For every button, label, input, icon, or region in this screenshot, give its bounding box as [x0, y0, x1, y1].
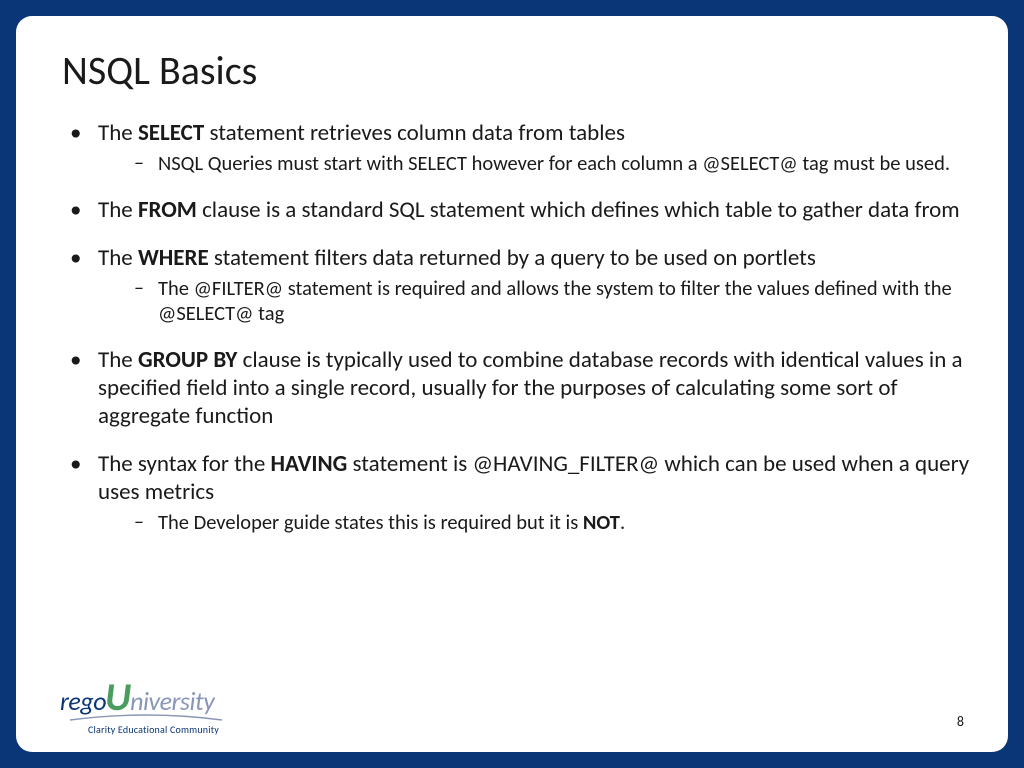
sub-item: The Developer guide states this is requi…: [134, 510, 970, 535]
bullet-item: The syntax for the HAVING statement is @…: [70, 450, 970, 535]
bullet-item: The WHERE statement filters data returne…: [70, 244, 970, 326]
slide-title: NSQL Basics: [62, 46, 970, 95]
bullet-item: The SELECT statement retrieves column da…: [70, 119, 970, 176]
text: clause is a standard SQL statement which…: [197, 196, 960, 224]
keyword: NOT: [583, 509, 620, 535]
text: .: [620, 509, 625, 535]
bullet-item: The GROUP BY clause is typically used to…: [70, 346, 970, 430]
keyword: FROM: [138, 196, 197, 224]
text: The syntax for the: [98, 450, 271, 478]
text: The: [98, 346, 138, 374]
logo-text: rego U niversity: [60, 681, 214, 717]
text: The Developer guide states this is requi…: [158, 509, 583, 535]
logo-tagline: Clarity Educational Community: [88, 723, 219, 736]
sub-item: NSQL Queries must start with SELECT howe…: [134, 151, 970, 176]
sub-list: The @FILTER@ statement is required and a…: [98, 276, 970, 326]
bullet-item: The FROM clause is a standard SQL statem…: [70, 196, 970, 224]
sub-item: The @FILTER@ statement is required and a…: [134, 276, 970, 326]
text: The: [98, 119, 138, 147]
text: The: [98, 196, 138, 224]
footer: rego U niversity Clarity Educational Com…: [60, 681, 964, 736]
keyword: WHERE: [138, 244, 209, 272]
text: The: [98, 244, 138, 272]
text: statement filters data returned by a que…: [209, 244, 816, 272]
sub-list: The Developer guide states this is requi…: [98, 510, 970, 535]
logo: rego U niversity Clarity Educational Com…: [60, 681, 226, 736]
page-number: 8: [957, 713, 964, 730]
keyword: GROUP BY: [138, 346, 237, 374]
slide: NSQL Basics The SELECT statement retriev…: [16, 16, 1008, 752]
bullet-list: The SELECT statement retrieves column da…: [54, 119, 970, 535]
keyword: HAVING: [271, 450, 348, 478]
keyword: SELECT: [138, 119, 204, 147]
sub-list: NSQL Queries must start with SELECT howe…: [98, 151, 970, 176]
logo-part-u: U: [105, 681, 131, 713]
text: statement retrieves column data from tab…: [204, 119, 625, 147]
swoosh-icon: [66, 713, 226, 723]
